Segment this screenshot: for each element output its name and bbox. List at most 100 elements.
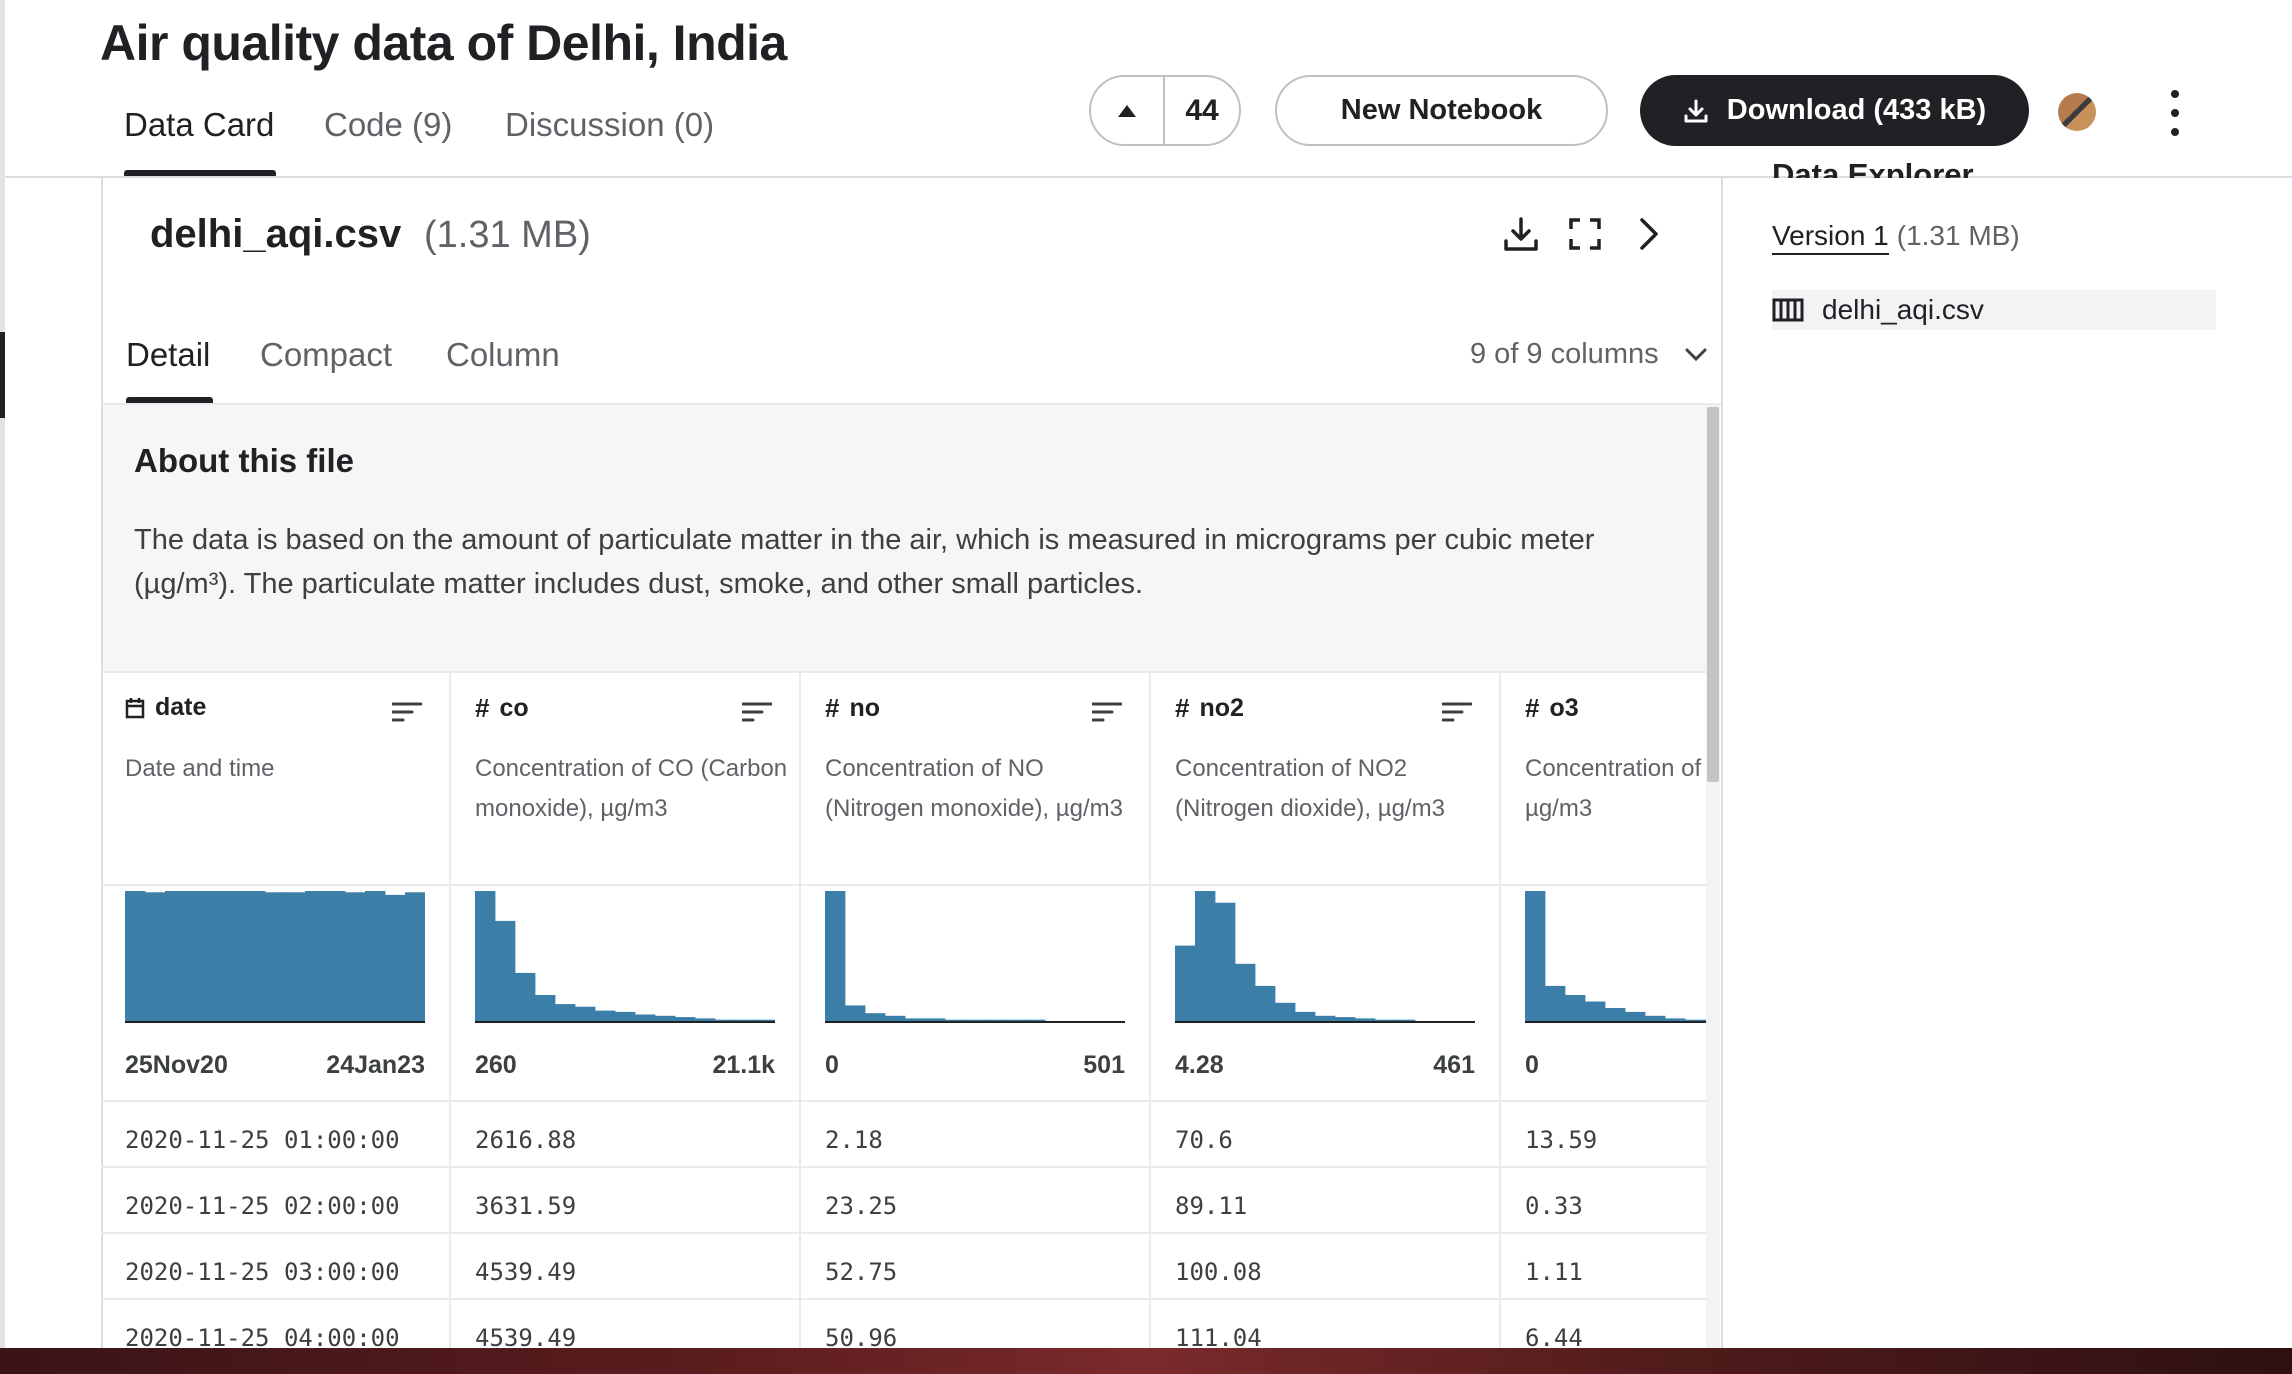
histogram-bar[interactable] <box>555 1004 576 1021</box>
version-link[interactable]: Version 1 <box>1772 220 1889 255</box>
table-cell: 2020-11-25 01:00:00 <box>125 1126 400 1154</box>
download-button[interactable]: Download (433 kB) <box>1640 75 2029 146</box>
histogram-bar[interactable] <box>345 892 366 1021</box>
histogram-bar[interactable] <box>1315 1015 1336 1021</box>
column-header[interactable]: date <box>125 693 206 722</box>
histogram-bar[interactable] <box>405 892 425 1021</box>
column-header[interactable]: # no <box>825 693 880 724</box>
row-divider <box>801 1298 1151 1300</box>
histogram-bar[interactable] <box>495 920 516 1021</box>
histogram-bar[interactable] <box>1195 891 1216 1021</box>
column-header[interactable]: # no2 <box>1175 693 1244 724</box>
histogram-bar[interactable] <box>145 892 166 1021</box>
sort-icon[interactable] <box>1442 701 1472 723</box>
histogram-bar[interactable] <box>1235 963 1256 1021</box>
range-min: 260 <box>475 1051 517 1079</box>
histogram-bar[interactable] <box>1175 945 1196 1021</box>
histogram-bar[interactable] <box>1685 1019 1706 1021</box>
histogram-bar[interactable] <box>1395 1019 1416 1021</box>
tab-column[interactable]: Column <box>446 336 560 374</box>
histogram-bar[interactable] <box>1545 985 1566 1021</box>
histogram-bar[interactable] <box>1215 902 1236 1021</box>
histogram-bar[interactable] <box>265 892 286 1021</box>
sort-icon[interactable] <box>1092 701 1122 723</box>
fullscreen-icon[interactable] <box>1569 218 1601 250</box>
histogram-bar[interactable] <box>1525 891 1546 1021</box>
histogram-bar[interactable] <box>945 1019 966 1021</box>
upvote-button[interactable] <box>1091 77 1165 144</box>
histogram-bar[interactable] <box>475 891 496 1021</box>
row-divider <box>1501 1298 1706 1300</box>
histogram-bar[interactable] <box>245 891 266 1021</box>
histogram-bar[interactable] <box>635 1014 656 1022</box>
histogram-bar[interactable] <box>185 891 206 1021</box>
histogram-bar[interactable] <box>515 972 536 1021</box>
histogram-bar[interactable] <box>985 1019 1006 1021</box>
tab-discussion[interactable]: Discussion (0) <box>505 106 714 144</box>
histogram-bar[interactable] <box>1025 1019 1046 1021</box>
histogram-bar[interactable] <box>1645 1015 1666 1021</box>
tab-detail[interactable]: Detail <box>126 336 210 374</box>
sort-icon[interactable] <box>392 701 422 723</box>
histogram-bar[interactable] <box>325 891 346 1021</box>
sort-icon[interactable] <box>742 701 772 723</box>
histogram-bar[interactable] <box>595 1010 616 1021</box>
histogram-bar[interactable] <box>715 1019 736 1021</box>
histogram-bar[interactable] <box>675 1017 696 1021</box>
histogram-bar[interactable] <box>615 1011 636 1021</box>
histogram-bar[interactable] <box>535 995 556 1021</box>
histogram-bar[interactable] <box>1565 995 1586 1021</box>
histogram-bar[interactable] <box>905 1018 926 1021</box>
histogram-bar[interactable] <box>385 894 406 1021</box>
histogram-bar[interactable] <box>1295 1011 1316 1021</box>
histogram-bar[interactable] <box>1625 1011 1646 1021</box>
histogram-bar[interactable] <box>305 891 326 1021</box>
histogram-bar[interactable] <box>165 891 186 1021</box>
columns-selector[interactable]: 9 of 9 columns <box>1470 338 1707 371</box>
table-cell: 100.08 <box>1175 1258 1262 1286</box>
data-explorer-title: Data Explorer <box>1772 162 1974 178</box>
histogram-bar[interactable] <box>885 1015 906 1021</box>
histogram-bar[interactable] <box>825 891 846 1021</box>
histogram-bar[interactable] <box>205 891 226 1021</box>
user-avatar[interactable] <box>2058 93 2096 131</box>
histogram-bar[interactable] <box>695 1018 716 1021</box>
histogram-bar[interactable] <box>1605 1008 1626 1021</box>
histogram-bar[interactable] <box>1705 1019 1706 1021</box>
histogram-bar[interactable] <box>285 892 306 1021</box>
explorer-file-item[interactable]: delhi_aqi.csv <box>1772 290 2216 330</box>
histogram-bar[interactable] <box>1005 1019 1026 1021</box>
row-divider <box>101 1298 451 1300</box>
histogram-bar[interactable] <box>735 1019 756 1021</box>
histogram-bar[interactable] <box>1335 1017 1356 1021</box>
column-header[interactable]: # co <box>475 693 529 724</box>
histogram-bar[interactable] <box>365 891 386 1021</box>
histogram-bar[interactable] <box>925 1018 946 1021</box>
version-size: (1.31 MB) <box>1896 220 2020 251</box>
histogram-bar[interactable] <box>965 1019 986 1021</box>
histogram-bar[interactable] <box>225 891 246 1021</box>
column-header[interactable]: # o3 <box>1525 693 1579 724</box>
file-download-icon[interactable] <box>1503 216 1539 252</box>
histogram-bar[interactable] <box>1355 1018 1376 1021</box>
histogram-bar[interactable] <box>845 1005 866 1021</box>
new-notebook-button[interactable]: New Notebook <box>1275 75 1608 146</box>
file-size: (1.31 MB) <box>424 214 591 256</box>
histogram-bar[interactable] <box>125 891 146 1021</box>
column-name: o3 <box>1549 694 1579 722</box>
histogram-bar[interactable] <box>575 1006 596 1021</box>
more-options-icon[interactable] <box>2160 90 2190 136</box>
tab-code[interactable]: Code (9) <box>324 106 452 144</box>
histogram-bar[interactable] <box>865 1013 886 1021</box>
histogram-bar[interactable] <box>1275 1002 1296 1021</box>
histogram-bar[interactable] <box>655 1015 676 1021</box>
histogram-bar[interactable] <box>755 1019 775 1021</box>
histogram-bar[interactable] <box>1665 1018 1686 1021</box>
histogram-bar[interactable] <box>1375 1019 1396 1021</box>
chevron-right-icon[interactable] <box>1636 216 1662 252</box>
tab-compact[interactable]: Compact <box>260 336 392 374</box>
histogram-bar[interactable] <box>1255 985 1276 1021</box>
histogram-bar[interactable] <box>1585 1001 1606 1022</box>
scrollbar-thumb[interactable] <box>1707 407 1719 782</box>
tab-data-card[interactable]: Data Card <box>124 106 274 144</box>
